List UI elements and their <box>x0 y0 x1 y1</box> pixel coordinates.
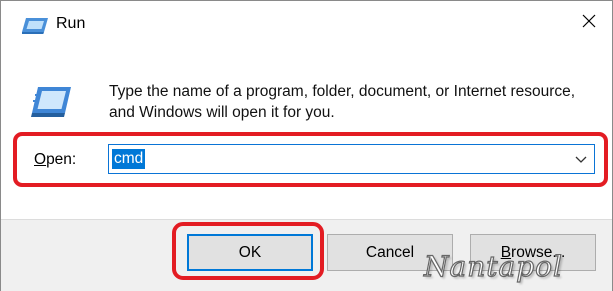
cancel-button-label: Cancel <box>365 243 415 261</box>
ok-button[interactable]: OK <box>187 234 313 271</box>
open-label: Open: <box>34 151 76 169</box>
close-icon <box>582 14 596 33</box>
title-bar[interactable]: Run <box>1 1 612 45</box>
open-input[interactable]: cmd <box>112 149 146 169</box>
ok-button-label: OK <box>238 243 262 261</box>
dialog-message: Type the name of a program, folder, docu… <box>109 83 576 121</box>
run-icon <box>22 15 50 35</box>
close-button[interactable] <box>566 1 612 45</box>
dialog-body: Type the name of a program, folder, docu… <box>1 45 612 219</box>
open-combobox[interactable]: cmd <box>108 144 595 174</box>
run-dialog: Run Type the name of a program, folder, … <box>0 0 613 291</box>
open-label-access-key: O <box>34 151 47 168</box>
watermark: Nantapol <box>423 249 563 283</box>
open-label-text: pen: <box>46 151 77 168</box>
chevron-down-icon[interactable] <box>574 153 588 165</box>
run-icon <box>31 85 73 119</box>
window-title: Run <box>56 15 86 32</box>
